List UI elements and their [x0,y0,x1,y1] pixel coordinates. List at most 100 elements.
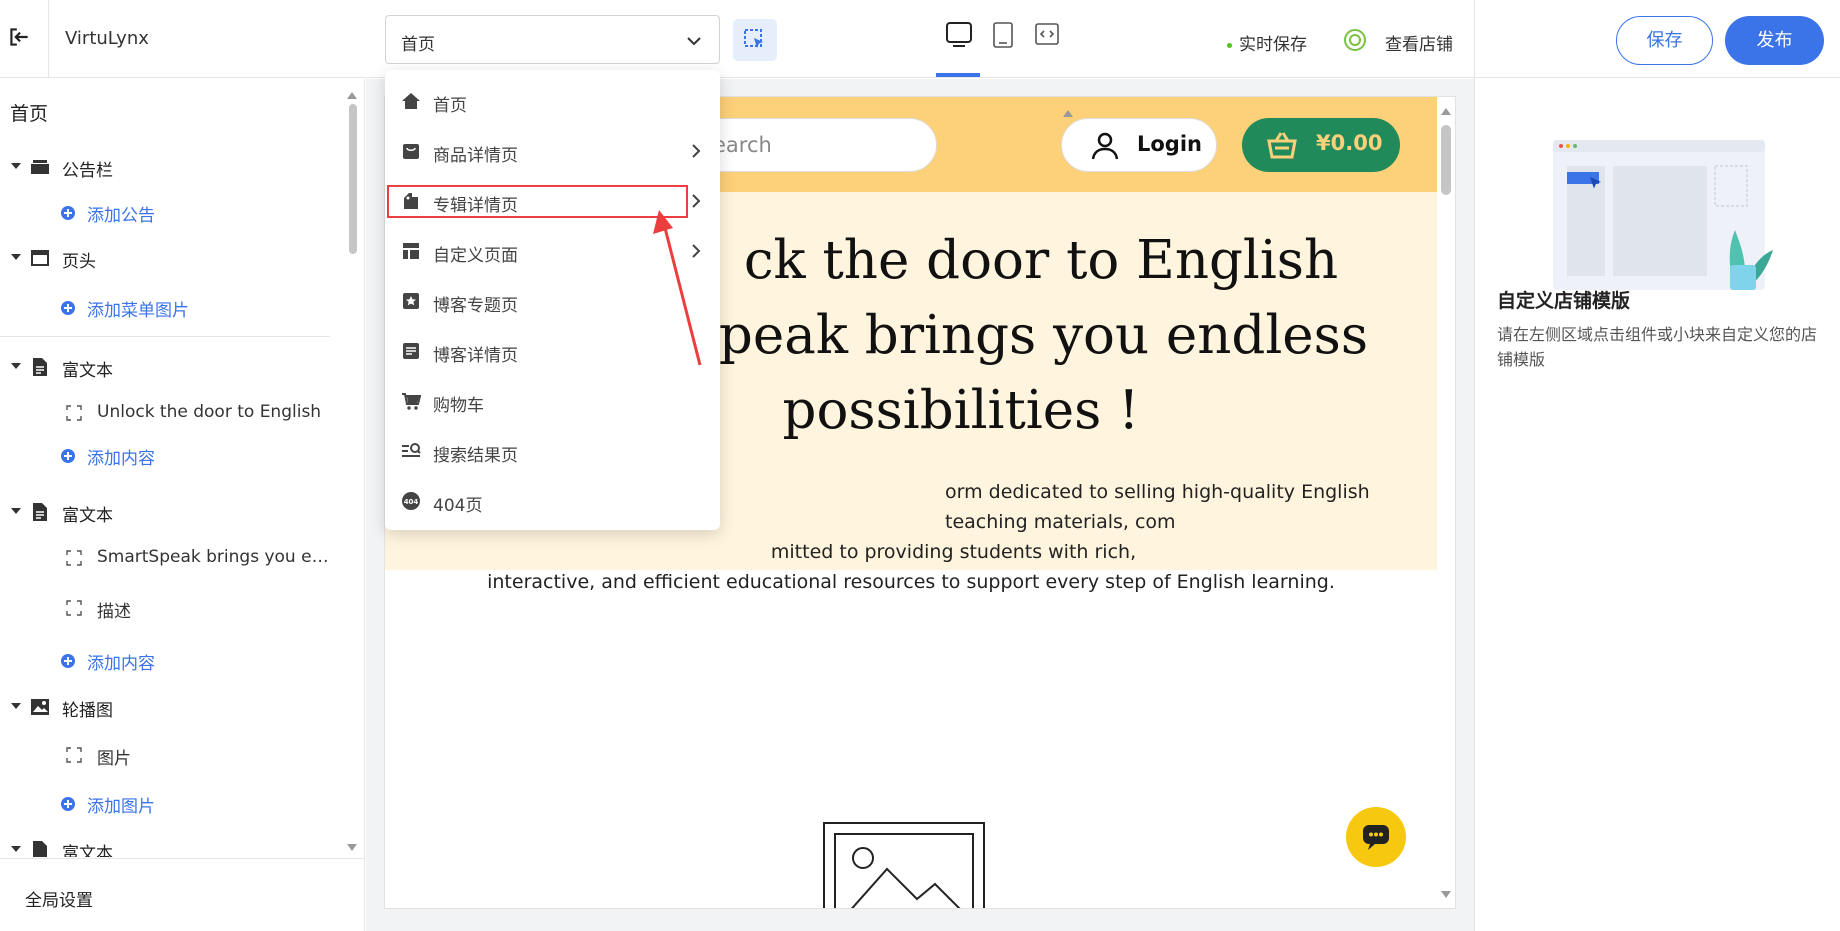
tree-child-label: SmartSpeak brings you endl... [97,547,332,567]
add-circle-icon [61,449,75,463]
preview-cart-button[interactable]: ¥0.00 [1242,118,1400,172]
page-select[interactable]: 首页 [385,15,720,64]
right-panel-description: 请在左侧区域点击组件或小块来自定义您的店铺模版 [1497,325,1818,369]
fullscreen-view-icon[interactable] [1032,20,1062,50]
tree-section-richtext[interactable]: 富文本 [0,499,340,529]
caret-down-icon[interactable] [10,505,22,517]
tree-section-label: 页头 [62,252,96,272]
component-tree-sidebar: 首页 公告栏 添加公告 页头 添加菜单图片 富文本 Unlock the doo… [0,79,365,931]
cart-icon [402,393,421,410]
sidebar-scroll-thumb[interactable] [349,104,357,254]
tree-child-item[interactable]: 图片 [0,741,340,771]
richtext-icon [33,503,47,521]
annotation-arrow [653,210,702,366]
tree-section-label: 轮播图 [62,701,113,721]
login-label: Login [1137,132,1202,156]
preview-scroll-up-icon[interactable] [1440,106,1452,116]
tree-section-header[interactable]: 页头 [0,245,340,275]
block-bracket-icon [66,600,82,616]
block-bracket-icon [66,747,82,763]
page-menu-item-search-results[interactable]: 搜索结果页 [385,429,720,471]
tree-section-richtext[interactable]: 富文本 [0,354,340,384]
add-menu-image-button[interactable]: 添加菜单图片 [0,294,340,324]
chevron-right-icon [692,144,701,158]
tree-section-announcement[interactable]: 公告栏 [0,154,340,184]
tree-child-label: 图片 [97,749,131,769]
desc-line: mitted to providing students with rich, [770,541,1137,563]
bag-icon [403,144,419,159]
top-bar: VirtuLynx 首页 实时保存 查看店铺 保存 发布 [0,0,1840,78]
tree-section-label: 富文本 [62,361,113,381]
add-image-button[interactable]: 添加图片 [0,790,340,820]
page-menu-item-product-detail[interactable]: 商品详情页 [385,129,720,171]
cart-amount: ¥0.00 [1316,131,1383,155]
view-shop-icon[interactable] [1343,28,1367,52]
add-content-button[interactable]: 添加内容 [0,647,340,677]
preview-scroll-down-icon[interactable] [1440,890,1452,900]
svg-text:404: 404 [404,498,419,506]
caret-down-icon[interactable] [10,700,22,712]
page-menu-item-cart[interactable]: 购物车 [385,379,720,421]
basket-icon [1267,132,1297,159]
announcement-icon [31,160,49,174]
tree-section-richtext[interactable]: 富文本 [0,837,340,857]
divider [48,0,49,78]
right-panel-title: 自定义店铺模版 [1497,290,1631,312]
exit-icon[interactable] [6,24,32,50]
publish-button[interactable]: 发布 [1725,16,1824,65]
add-label: 添加公告 [87,206,155,226]
layout-icon [403,243,419,259]
add-announcement-button[interactable]: 添加公告 [0,199,340,229]
active-device-indicator [936,73,980,77]
tree-child-item[interactable]: Unlock the door to English [0,399,340,429]
menu-item-label: 搜索结果页 [433,446,518,466]
caret-down-icon[interactable] [10,251,22,263]
caret-down-icon[interactable] [10,160,22,172]
global-settings[interactable]: 全局设置 [0,858,364,931]
preview-scroll-thumb[interactable] [1441,125,1451,195]
menu-item-label: 404页 [433,496,483,516]
desc-line: interactive, and efficient educational r… [487,571,1335,593]
search-list-icon [402,443,421,457]
menu-item-label: 首页 [433,96,467,116]
scroll-up-icon[interactable] [1062,108,1074,118]
element-picker-button[interactable] [733,19,777,61]
add-content-button[interactable]: 添加内容 [0,442,340,472]
right-panel-divider [1474,0,1475,931]
menu-item-label: 博客专题页 [433,296,518,316]
image-placeholder-icon [823,822,985,908]
view-shop-link[interactable]: 查看店铺 [1385,30,1453,55]
add-label: 添加菜单图片 [87,301,189,321]
menu-item-label: 博客详情页 [433,346,518,366]
tree-child-item[interactable]: 描述 [0,594,340,624]
block-bracket-icon [66,550,82,566]
block-bracket-icon [66,405,82,421]
add-label: 添加内容 [87,449,155,469]
page-menu-item-404[interactable]: 404 404页 [385,479,720,521]
add-label: 添加内容 [87,654,155,674]
preview-login-button[interactable]: Login [1061,118,1217,172]
global-settings-label: 全局设置 [25,891,93,911]
caret-down-icon[interactable] [10,843,22,855]
menu-item-label: 购物车 [433,396,484,416]
star-bookmark-icon [403,293,419,309]
page-menu-item-home[interactable]: 首页 [385,79,720,121]
store-template-illustration [1553,140,1773,290]
chevron-down-icon [687,37,701,46]
caret-down-icon[interactable] [10,360,22,372]
tree-section-label: 公告栏 [62,161,113,181]
add-circle-icon [61,797,75,811]
add-circle-icon [61,206,75,220]
desktop-view-icon[interactable] [944,20,974,50]
app-name: VirtuLynx [65,28,149,49]
chat-bubble-button[interactable] [1346,807,1406,867]
tree-section-label: 富文本 [62,506,113,526]
menu-item-label: 自定义页面 [433,246,518,266]
tablet-view-icon[interactable] [988,20,1018,50]
autosave-label: 实时保存 [1239,35,1307,55]
tree-section-carousel[interactable]: 轮播图 [0,694,340,724]
tree-child-item[interactable]: SmartSpeak brings you endl... [0,544,340,574]
chat-icon [1363,825,1389,850]
save-button[interactable]: 保存 [1616,16,1713,65]
tree-section-label: 富文本 [62,844,113,857]
